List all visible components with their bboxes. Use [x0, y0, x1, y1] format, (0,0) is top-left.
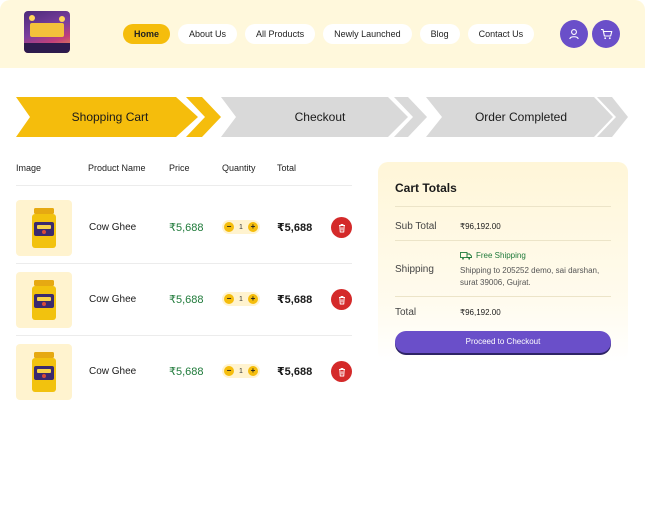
table-header-divider — [16, 185, 352, 186]
nav-item-contact-us[interactable]: Contact Us — [467, 24, 535, 44]
cart-totals-title: Cart Totals — [395, 181, 457, 195]
column-header-image: Image — [16, 163, 42, 173]
quantity-stepper: − 1 + — [222, 364, 260, 378]
shipping-label: Shipping — [395, 264, 434, 275]
logo-decoration — [29, 15, 35, 21]
user-icon — [569, 29, 579, 40]
total-label: Total — [395, 307, 417, 318]
cart-button[interactable] — [592, 20, 620, 48]
column-header-price: Price — [169, 163, 190, 173]
shipping-method-label: Free Shipping — [476, 251, 526, 260]
increase-quantity-button[interactable]: + — [248, 222, 258, 232]
nav-item-newly-launched[interactable]: Newly Launched — [323, 24, 412, 44]
trash-icon — [338, 223, 345, 232]
product-image[interactable] — [16, 344, 72, 400]
ghee-jar-icon — [32, 280, 56, 320]
row-total: ₹5,688 — [277, 294, 313, 306]
step-checkout[interactable]: Checkout — [236, 97, 404, 137]
row-total: ₹5,688 — [277, 366, 313, 378]
step-shopping-cart[interactable]: Shopping Cart — [30, 97, 190, 137]
quantity-value[interactable]: 1 — [239, 296, 243, 303]
increase-quantity-button[interactable]: + — [248, 294, 258, 304]
increase-quantity-button[interactable]: + — [248, 366, 258, 376]
product-image[interactable] — [16, 272, 72, 328]
remove-item-button[interactable] — [331, 289, 352, 310]
page: Home About Us All Products Newly Launche… — [0, 0, 645, 523]
quantity-stepper: − 1 + — [222, 220, 260, 234]
product-name[interactable]: Cow Ghee — [89, 294, 136, 305]
total-value: ₹96,192.00 — [460, 308, 501, 317]
product-price: ₹5,688 — [169, 222, 204, 234]
shipping-address: Shipping to 205252 demo, sai darshan, su… — [460, 266, 600, 287]
product-name[interactable]: Cow Ghee — [89, 366, 136, 377]
product-price: ₹5,688 — [169, 294, 204, 306]
trash-icon — [338, 295, 345, 304]
product-price: ₹5,688 — [169, 366, 204, 378]
step-order-completed[interactable]: Order Completed — [440, 97, 602, 137]
table-row: Cow Ghee ₹5,688 − 1 + ₹5,688 — [16, 200, 352, 272]
product-image[interactable] — [16, 200, 72, 256]
remove-item-button[interactable] — [331, 217, 352, 238]
nav-item-about-us[interactable]: About Us — [178, 24, 238, 44]
brand-logo[interactable] — [24, 11, 70, 53]
quantity-stepper: − 1 + — [222, 292, 260, 306]
nav-item-all-products[interactable]: All Products — [245, 24, 316, 44]
column-header-quantity: Quantity — [222, 163, 256, 173]
column-header-product-name: Product Name — [88, 163, 146, 173]
site-header: Home About Us All Products Newly Launche… — [0, 0, 645, 68]
decrease-quantity-button[interactable]: − — [224, 222, 234, 232]
checkout-steps: Shopping Cart Checkout Order Completed — [16, 97, 628, 137]
totals-divider — [395, 206, 611, 207]
subtotal-value: ₹96,192.00 — [460, 222, 501, 231]
table-row: Cow Ghee ₹5,688 − 1 + ₹5,688 — [16, 272, 352, 344]
cart-totals-panel: Cart Totals Sub Total ₹96,192.00 Shippin… — [378, 162, 628, 362]
truck-icon — [460, 251, 472, 260]
row-divider — [16, 335, 352, 336]
logo-decoration — [59, 16, 65, 22]
ghee-jar-icon — [32, 352, 56, 392]
quantity-value[interactable]: 1 — [239, 224, 243, 231]
nav-item-blog[interactable]: Blog — [419, 24, 460, 44]
quantity-value[interactable]: 1 — [239, 368, 243, 375]
remove-item-button[interactable] — [331, 361, 352, 382]
column-header-total: Total — [277, 163, 297, 173]
table-row: Cow Ghee ₹5,688 − 1 + ₹5,688 — [16, 344, 352, 416]
logo-base — [24, 43, 70, 53]
totals-divider — [395, 296, 611, 297]
cart-icon — [600, 28, 612, 40]
row-divider — [16, 263, 352, 264]
logo-wordmark — [30, 23, 64, 37]
nav-item-home[interactable]: Home — [123, 24, 171, 44]
subtotal-label: Sub Total — [395, 221, 437, 232]
totals-divider — [395, 240, 611, 241]
account-button[interactable] — [560, 20, 588, 48]
proceed-to-checkout-button[interactable]: Proceed to Checkout — [395, 331, 611, 353]
decrease-quantity-button[interactable]: − — [224, 366, 234, 376]
ghee-jar-icon — [32, 208, 56, 248]
main-nav: Home About Us All Products Newly Launche… — [123, 24, 535, 44]
decrease-quantity-button[interactable]: − — [224, 294, 234, 304]
shipping-method: Free Shipping — [460, 251, 526, 260]
product-name[interactable]: Cow Ghee — [89, 222, 136, 233]
row-total: ₹5,688 — [277, 222, 313, 234]
trash-icon — [338, 367, 345, 376]
